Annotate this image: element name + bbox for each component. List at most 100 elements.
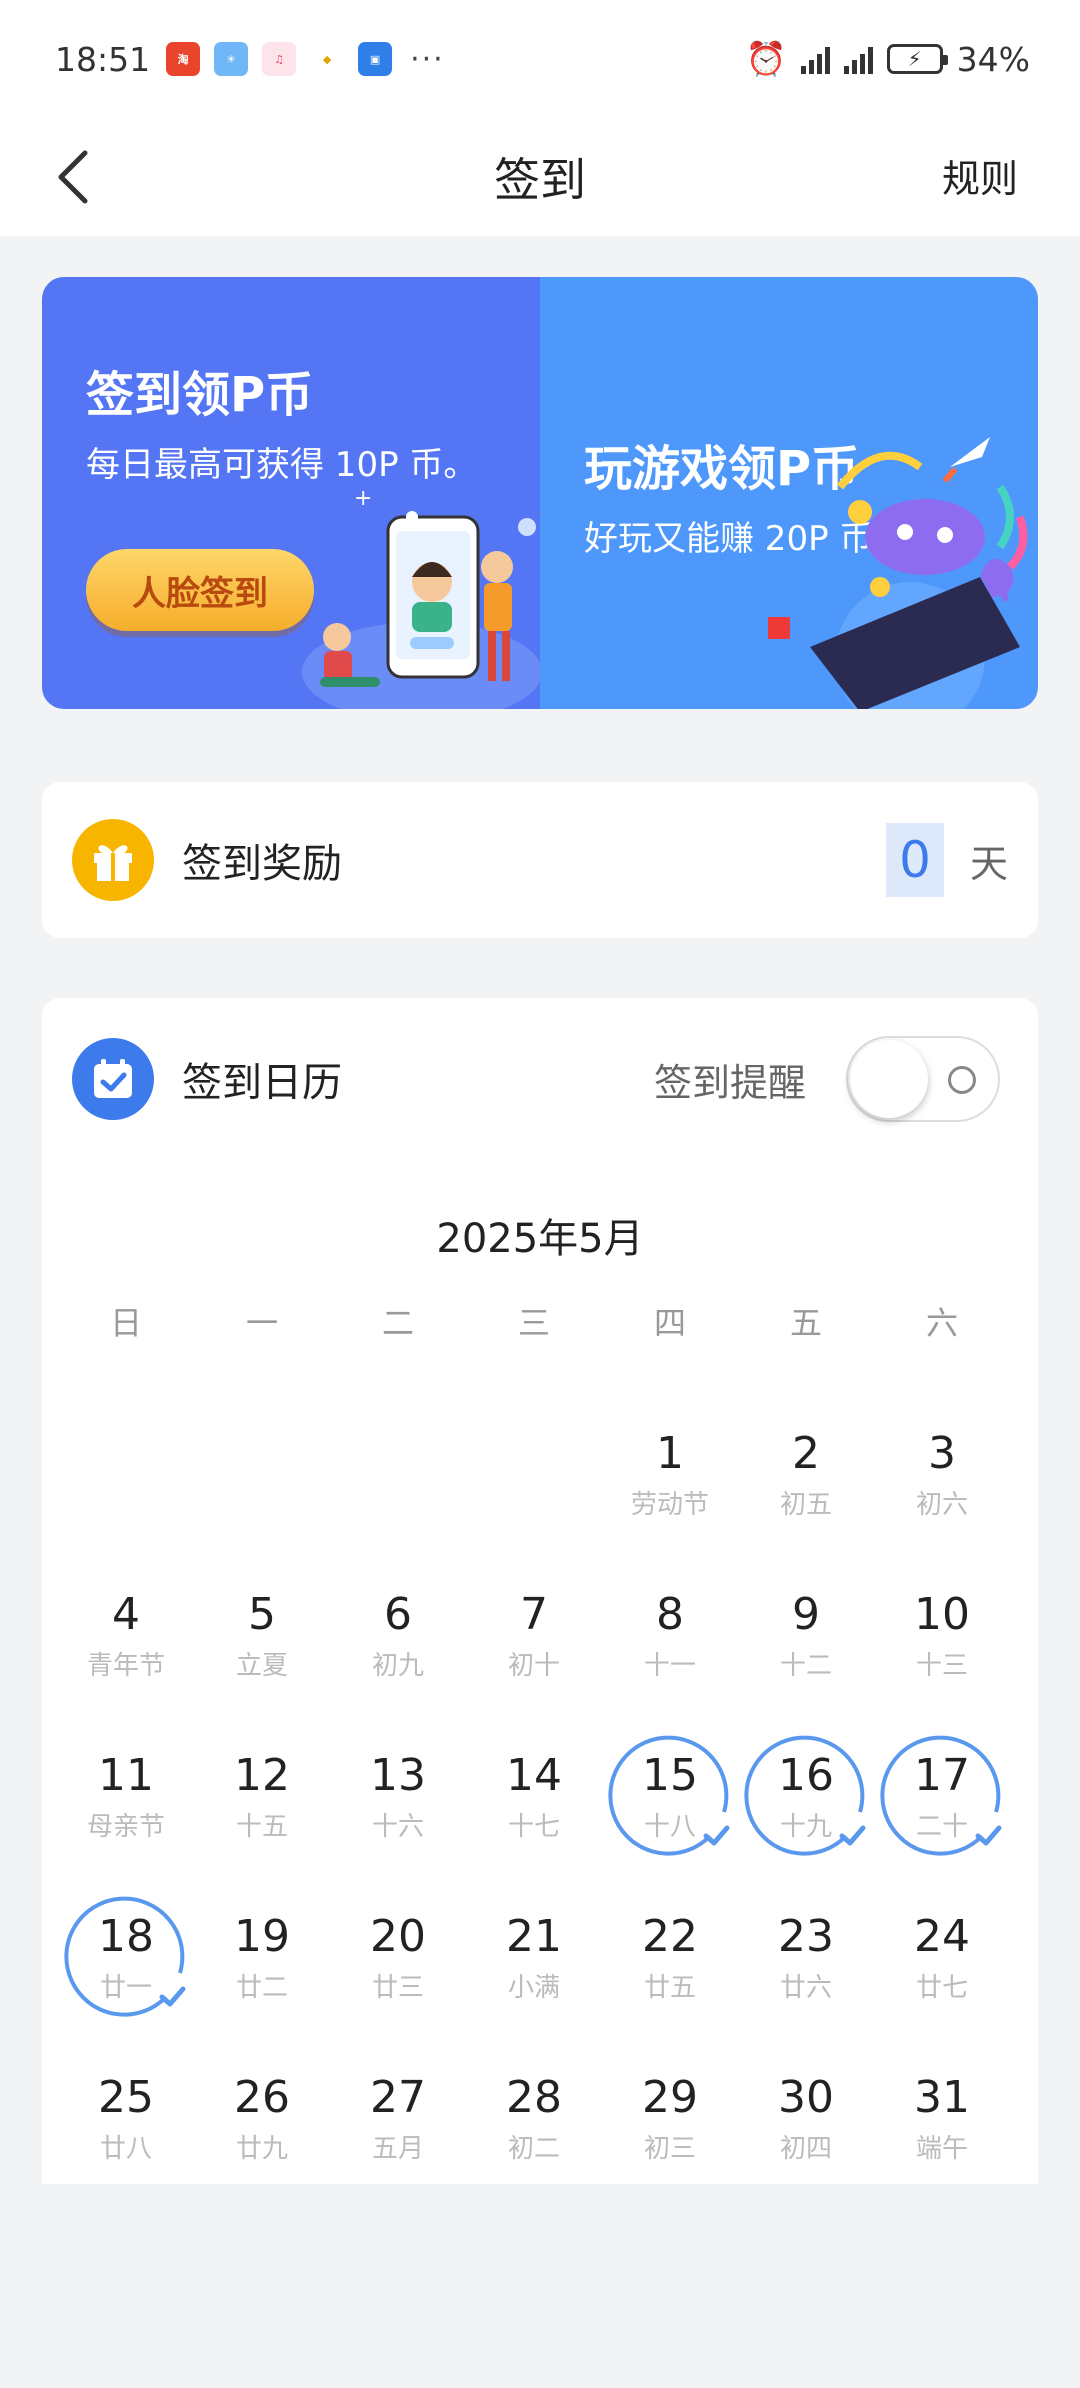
calendar-day-checked[interactable]: 17 二十 — [874, 1735, 1010, 1878]
calendar-day-checked[interactable]: 15 十八 — [602, 1735, 738, 1878]
weekday-label: 日 — [109, 1304, 142, 1342]
back-button[interactable] — [38, 142, 108, 212]
lunar-date: 十七 — [507, 1812, 560, 1842]
reminder-toggle[interactable] — [846, 1036, 1000, 1122]
day-number: 6 — [384, 1589, 412, 1640]
day-number: 26 — [234, 2072, 290, 2123]
calendar-day[interactable]: 11 母亲节 — [58, 1738, 194, 1878]
lunar-date: 青年节 — [86, 1651, 165, 1681]
calendar-day[interactable]: 30 初四 — [738, 2060, 874, 2200]
calendar-day[interactable]: 7 初十 — [466, 1577, 602, 1717]
rules-link[interactable]: 规则 — [942, 148, 1018, 203]
battery-icon: ⚡ — [886, 44, 948, 74]
day-number: 8 — [656, 1589, 684, 1640]
calendar-day-checked[interactable]: 18 廿一 — [58, 1896, 194, 2039]
lunar-date: 十五 — [235, 1812, 288, 1842]
day-number: 20 — [370, 1911, 426, 1962]
game-controller-illustration — [768, 437, 1028, 709]
calendar-day[interactable]: 6 初九 — [330, 1577, 466, 1717]
day-number: 7 — [520, 1589, 548, 1640]
calendar-day[interactable]: 25 廿八 — [58, 2060, 194, 2200]
lunar-date: 母亲节 — [86, 1812, 165, 1842]
calendar-day[interactable]: 28 初二 — [466, 2060, 602, 2200]
lunar-date: 初三 — [643, 2134, 696, 2164]
day-number: 12 — [234, 1750, 290, 1801]
calendar-label: 签到日历 — [182, 1060, 342, 1106]
day-number: 10 — [914, 1589, 970, 1640]
calendar-day[interactable]: 3 初六 — [874, 1416, 1010, 1556]
face-scan-illustration: + — [302, 487, 540, 709]
calendar-card: 签到日历 签到提醒 2025年5月 日 一 二 三 四 五 六 1 劳动节 2 初五 3… — [42, 998, 1038, 2184]
checkin-days-count: 0 — [885, 823, 944, 897]
toggle-off-indicator-icon — [948, 1066, 976, 1094]
lunar-date: 端午 — [915, 2134, 968, 2164]
calendar-day[interactable]: 27 五月 — [330, 2060, 466, 2200]
calendar-day[interactable]: 5 立夏 — [194, 1577, 330, 1717]
weekday-label: 三 — [517, 1304, 550, 1342]
lunar-date: 十八 — [643, 1812, 696, 1842]
calendar-day[interactable]: 23 廿六 — [738, 1899, 874, 2039]
day-number: 30 — [778, 2072, 834, 2123]
calendar-day-checked[interactable]: 16 十九 — [738, 1735, 874, 1878]
calendar-day[interactable]: 1 劳动节 — [602, 1416, 738, 1556]
calendar-day[interactable]: 2 初五 — [738, 1416, 874, 1556]
calendar-day[interactable]: 14 十七 — [466, 1738, 602, 1878]
calendar-day[interactable]: 12 十五 — [194, 1738, 330, 1878]
calendar-day[interactable]: 29 初三 — [602, 2060, 738, 2200]
lunar-date: 十二 — [779, 1651, 832, 1681]
weekday-label: 六 — [925, 1304, 958, 1342]
alarm-icon: ⏰ — [745, 39, 787, 78]
weather-app-icon: ☀ — [214, 42, 249, 76]
weekday-label: 二 — [381, 1304, 414, 1342]
face-checkin-button[interactable]: 人脸签到 — [86, 549, 314, 631]
lunar-date: 初五 — [779, 1490, 832, 1520]
month-title: 2025年5月 — [436, 1216, 644, 1262]
lunar-date: 立夏 — [235, 1651, 288, 1681]
calendar-day[interactable]: 20 廿三 — [330, 1899, 466, 2039]
lunar-date: 廿三 — [371, 1973, 424, 2003]
calendar-day[interactable]: 21 小满 — [466, 1899, 602, 2039]
weekday-label: 一 — [245, 1304, 278, 1342]
signal-5g-icon — [800, 44, 830, 74]
day-number: 16 — [778, 1750, 834, 1801]
lunar-date: 小满 — [507, 1973, 560, 2003]
game-promo-card[interactable]: 玩游戏领P币 好玩又能赚 20P 币 — [540, 277, 1038, 709]
lunar-date: 十六 — [371, 1812, 424, 1842]
signal-4g-icon — [843, 44, 873, 74]
lunar-date: 初六 — [915, 1490, 968, 1520]
taobao-app-icon: 淘 — [166, 42, 201, 76]
calendar-day[interactable]: 26 廿九 — [194, 2060, 330, 2200]
day-number: 5 — [248, 1589, 276, 1640]
day-number: 31 — [914, 2072, 970, 2123]
day-number: 15 — [642, 1750, 698, 1801]
day-number: 27 — [370, 2072, 426, 2123]
toggle-knob — [850, 1040, 928, 1118]
lunar-date: 二十 — [915, 1812, 968, 1842]
calendar-day[interactable]: 4 青年节 — [58, 1577, 194, 1717]
calendar-day[interactable]: 10 十三 — [874, 1577, 1010, 1717]
calendar-day[interactable]: 31 端午 — [874, 2060, 1010, 2200]
notification-icons: 淘 ☀ ♫ ◆ ▣ ··· — [166, 42, 445, 77]
calendar-day[interactable]: 13 十六 — [330, 1738, 466, 1878]
day-number: 17 — [914, 1750, 970, 1801]
day-number: 24 — [914, 1911, 970, 1962]
calendar-day[interactable]: 9 十二 — [738, 1577, 874, 1717]
checkin-promo-title: 签到领P币 — [86, 367, 314, 423]
reward-label: 签到奖励 — [182, 841, 342, 887]
lunar-date: 廿五 — [643, 1973, 696, 2003]
status-bar: 18:51 淘 ☀ ♫ ◆ ▣ ··· ⏰ ⚡ 34% — [0, 0, 1080, 118]
calendar-day[interactable]: 22 廿五 — [602, 1899, 738, 2039]
weekday-label: 四 — [653, 1304, 686, 1342]
chevron-left-icon — [58, 150, 88, 204]
day-number: 2 — [792, 1428, 820, 1479]
lunar-date: 廿九 — [235, 2134, 288, 2164]
day-number: 4 — [112, 1589, 140, 1640]
checkin-promo-card[interactable]: 签到领P币 每日最高可获得 10P 币。 人脸签到 + — [42, 277, 540, 709]
calendar-day[interactable]: 24 廿七 — [874, 1899, 1010, 2039]
music-app-icon: ♫ — [262, 42, 297, 76]
calendar-day[interactable]: 8 十一 — [602, 1577, 738, 1717]
lunar-date: 廿二 — [235, 1973, 288, 2003]
day-number: 1 — [656, 1428, 684, 1479]
day-number: 18 — [98, 1911, 154, 1962]
calendar-day[interactable]: 19 廿二 — [194, 1899, 330, 2039]
